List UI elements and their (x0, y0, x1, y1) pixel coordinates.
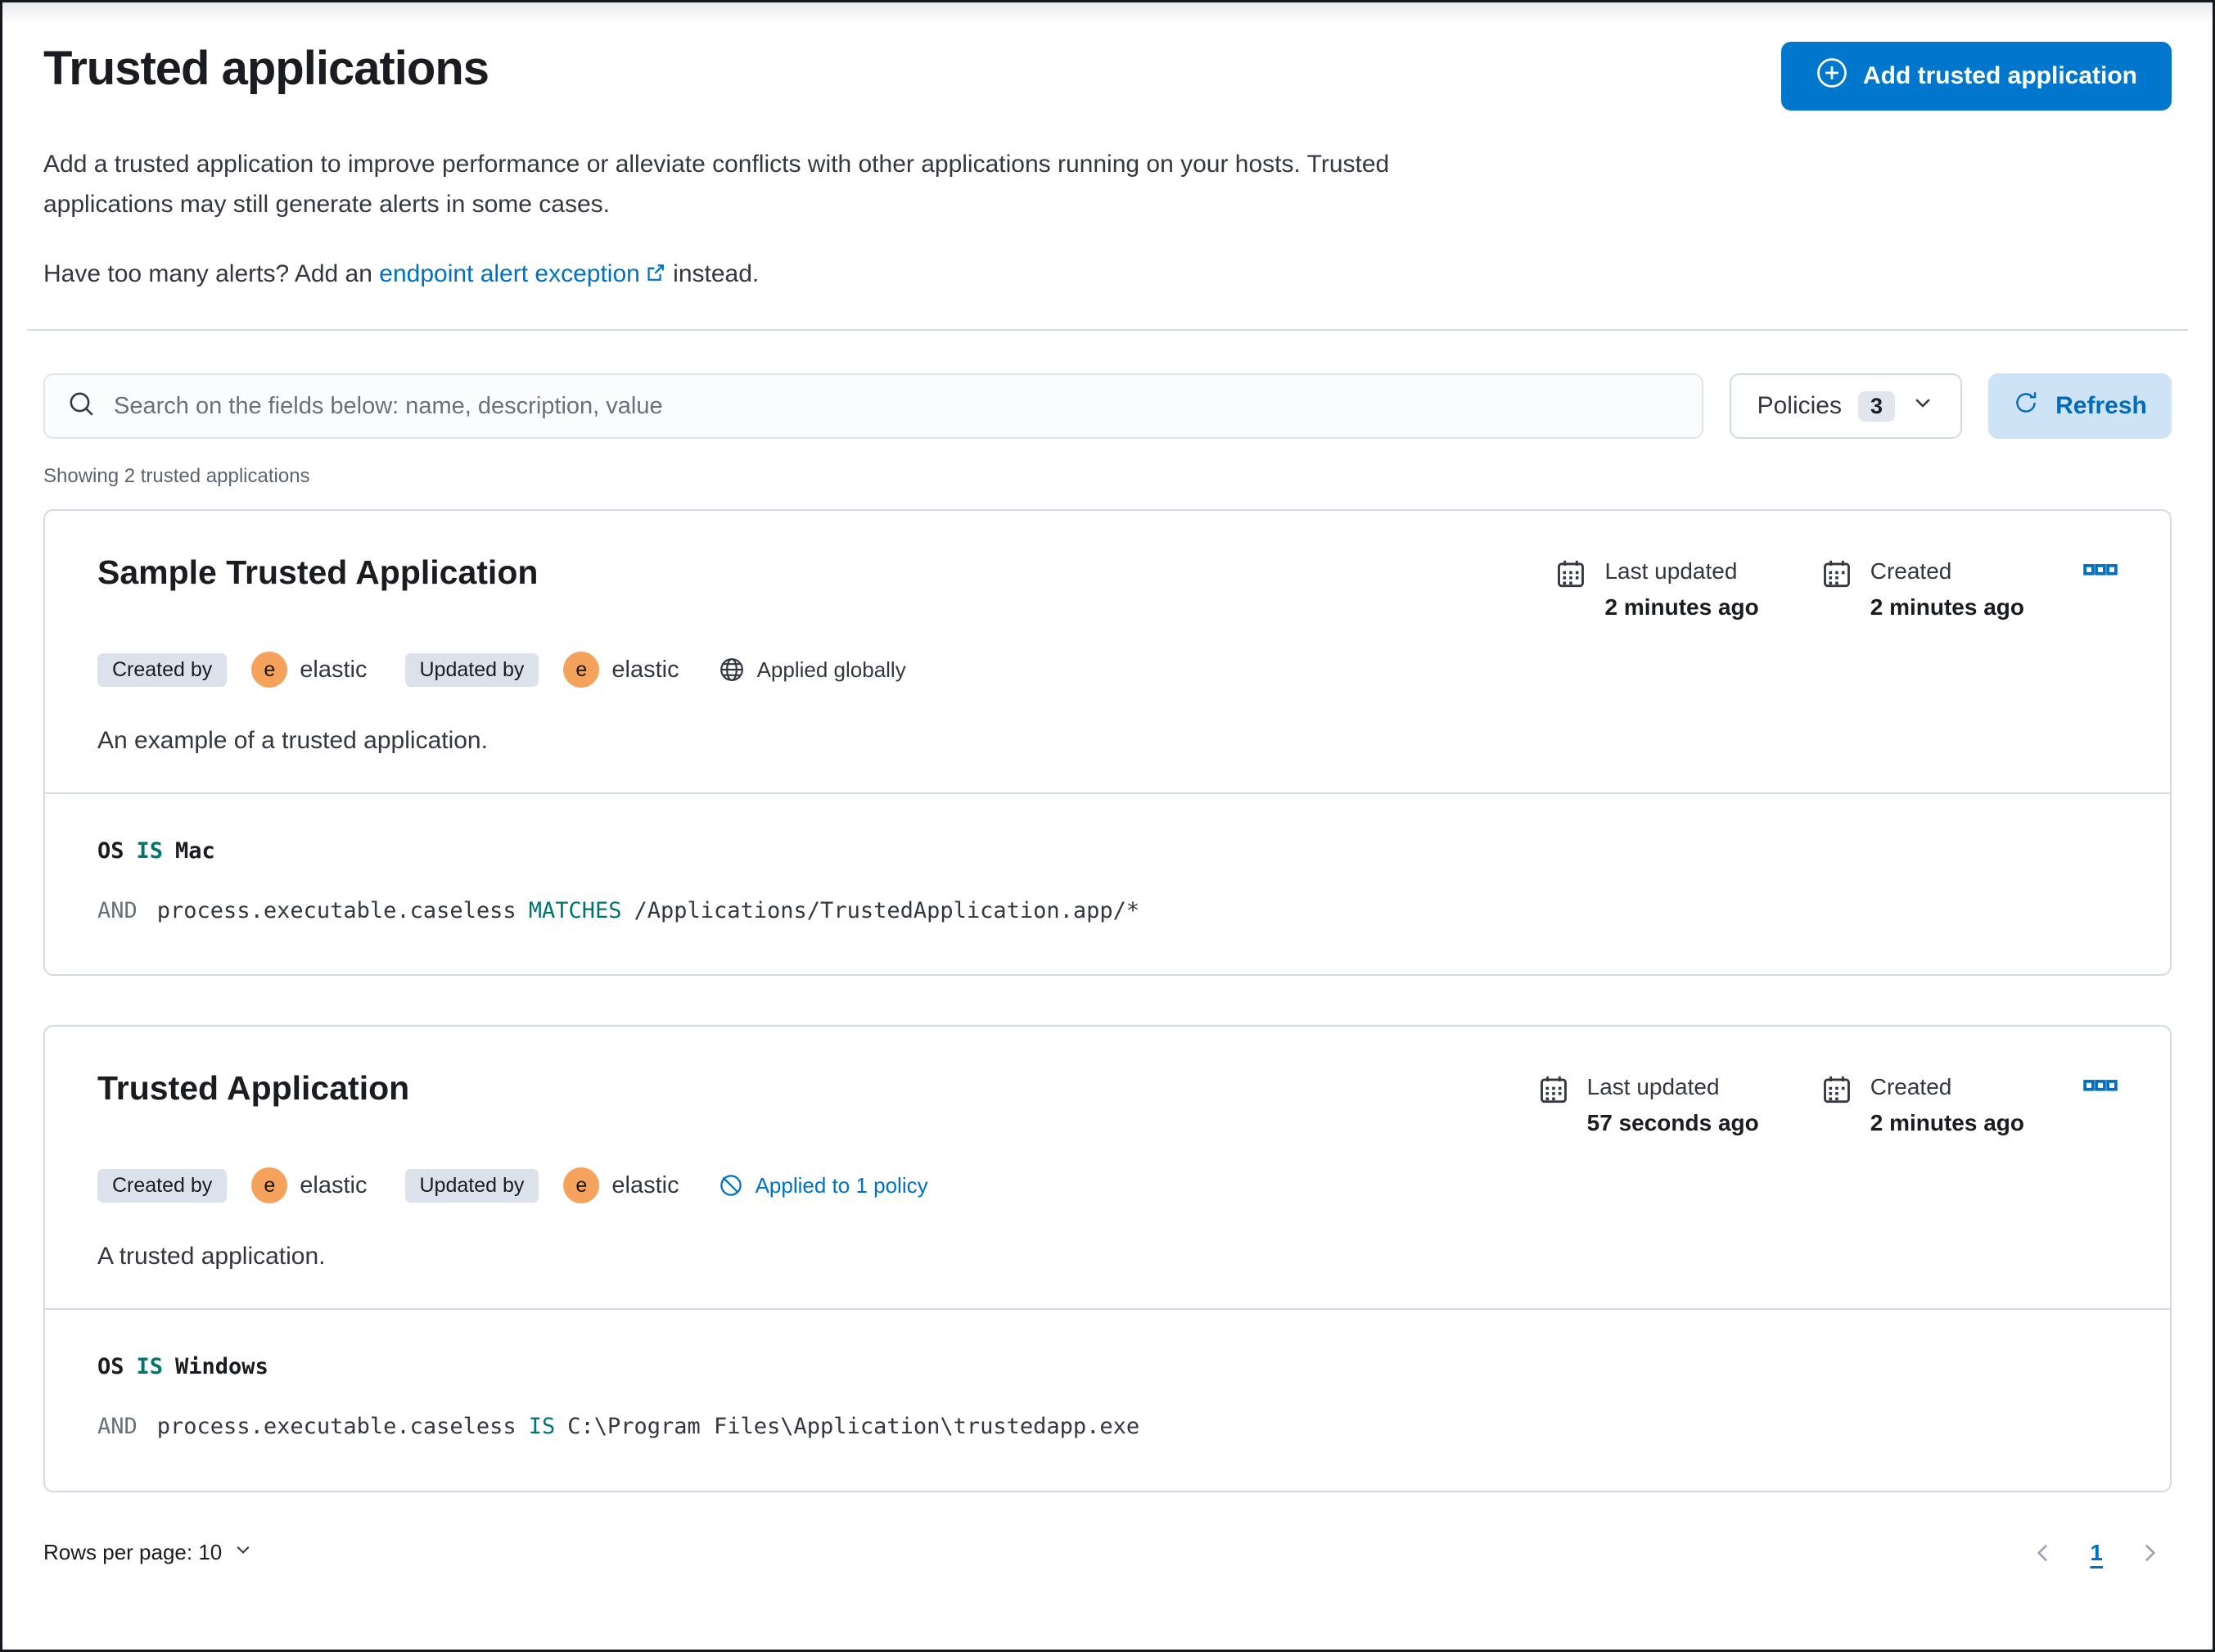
list-footer: Rows per page: 10 1 (43, 1540, 2172, 1604)
created: Created 2 minutes ago (1821, 1074, 2024, 1136)
alerts-hint-suffix: instead. (673, 260, 760, 288)
plus-circle-icon (1816, 56, 1848, 96)
trusted-application-card: Trusted Application Last updated 57 seco… (43, 1025, 2172, 1492)
globe-icon (719, 657, 745, 683)
avatar: e (563, 652, 600, 688)
previous-page-button[interactable] (2031, 1541, 2055, 1565)
avatar: e (563, 1167, 600, 1204)
last-updated-value: 2 minutes ago (1604, 594, 1759, 621)
updated-by-badge: Updated by (404, 1168, 539, 1203)
card-title: Sample Trusted Application (97, 553, 539, 592)
avatar: e (251, 652, 288, 688)
next-page-button[interactable] (2137, 1541, 2162, 1565)
condition-line: AND process.executable.caseless MATCHES/Ap… (97, 898, 1140, 924)
last-updated-label: Last updated (1586, 1074, 1720, 1100)
page-description: Add a trusted application to improve per… (43, 151, 1390, 218)
last-updated-value: 57 seconds ago (1586, 1110, 1759, 1136)
scope-label: Applied globally (756, 657, 906, 682)
card-conditions: OS IS Windows AND process.executable.casele… (45, 1310, 2170, 1490)
policies-filter-button[interactable]: Policies 3 (1729, 373, 1962, 440)
created-by-user: elastic (300, 1171, 368, 1198)
scope-applied-to-policy: Applied to 1 policy (719, 1173, 928, 1198)
pagination: 1 (2031, 1540, 2162, 1566)
refresh-label: Refresh (2055, 392, 2147, 420)
created-by-badge: Created by (97, 1168, 228, 1203)
calendar-icon (1555, 558, 1586, 621)
created-value: 2 minutes ago (1870, 1110, 2024, 1136)
policies-count-badge: 3 (1857, 390, 1895, 422)
endpoint-alert-exception-link[interactable]: endpoint alert exception (379, 260, 666, 287)
created: Created 2 minutes ago (1821, 558, 2024, 621)
add-trusted-application-button[interactable]: Add trusted application (1780, 42, 2172, 111)
refresh-icon (2013, 390, 2039, 422)
created-label: Created (1870, 558, 1952, 585)
chevron-down-icon (1911, 391, 1934, 421)
updated-by-badge: Updated by (404, 652, 539, 687)
last-updated: Last updated 2 minutes ago (1555, 558, 1759, 621)
search-box[interactable] (43, 373, 1703, 440)
search-icon (68, 390, 96, 422)
rows-per-page-button[interactable]: Rows per page: 10 (43, 1540, 253, 1565)
last-updated-label: Last updated (1604, 558, 1738, 585)
scope-applied-globally: Applied globally (719, 657, 906, 683)
alerts-hint: Have too many alerts? Add an endpoint al… (43, 260, 2172, 290)
search-input[interactable] (114, 392, 1679, 420)
created-label: Created (1870, 1074, 1952, 1100)
applied-to-policy-link[interactable]: Applied to 1 policy (756, 1173, 928, 1198)
external-link-icon (645, 262, 666, 289)
alerts-hint-prefix: Have too many alerts? Add an (43, 260, 372, 288)
condition-line: OS IS Mac (97, 838, 215, 864)
condition-line: OS IS Windows (97, 1354, 268, 1380)
header-divider (27, 329, 2188, 332)
updated-by-user: elastic (611, 1171, 679, 1198)
trusted-application-card: Sample Trusted Application Last updated … (43, 509, 2172, 977)
chevron-down-icon (233, 1540, 253, 1565)
card-description: A trusted application. (97, 1243, 326, 1271)
avatar: e (251, 1167, 288, 1204)
policies-label: Policies (1757, 392, 1842, 420)
page-header: Trusted applications Add trusted applica… (43, 40, 2172, 111)
page-title: Trusted applications (43, 42, 489, 95)
trusted-applications-page: { "header": { "title": "Trusted applicat… (0, 0, 2215, 1652)
card-conditions: OS IS Mac AND process.executable.caseless MA… (45, 794, 2170, 974)
calendar-icon (1821, 1074, 1852, 1136)
condition-line: AND process.executable.caseless IS C:\Progr… (97, 1414, 1140, 1440)
card-meta-row: Created by e elastic Updated by e elasti… (97, 652, 2118, 688)
page-number-1[interactable]: 1 (2090, 1540, 2103, 1566)
refresh-button[interactable]: Refresh (1988, 373, 2172, 440)
updated-by-user: elastic (611, 656, 679, 683)
created-by-badge: Created by (97, 652, 228, 687)
last-updated: Last updated 57 seconds ago (1538, 1074, 1759, 1136)
card-title: Trusted Application (97, 1069, 410, 1108)
created-value: 2 minutes ago (1870, 594, 2024, 621)
card-meta-row: Created by e elastic Updated by e elasti… (97, 1167, 2118, 1204)
created-by-user: elastic (300, 656, 368, 683)
partial-policy-icon (719, 1173, 743, 1198)
card-actions-menu-button[interactable] (2083, 558, 2118, 585)
calendar-icon (1821, 558, 1852, 621)
card-description: An example of a trusted application. (97, 727, 488, 755)
add-button-label: Add trusted application (1862, 62, 2137, 89)
calendar-icon (1538, 1074, 1569, 1136)
toolbar: Policies 3 Refresh (43, 373, 2172, 440)
rows-per-page-label: Rows per page: 10 (43, 1540, 223, 1565)
card-actions-menu-button[interactable] (2083, 1074, 2118, 1101)
results-summary: Showing 2 trusted applications (43, 465, 310, 488)
